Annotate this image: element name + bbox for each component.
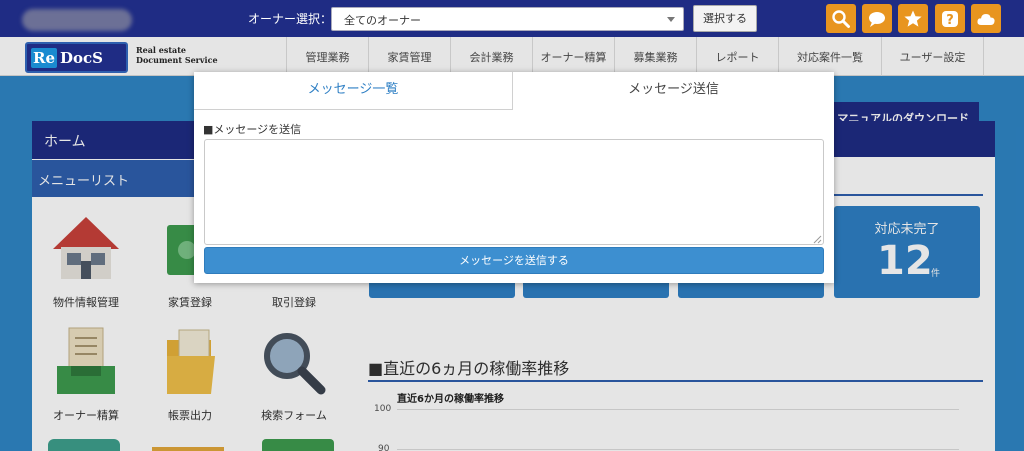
chevron-down-icon (667, 17, 675, 22)
message-modal: メッセージ一覧 メッセージ送信 ■メッセージを送信 メッセージを送信する (194, 72, 834, 283)
chat-icon[interactable] (862, 4, 892, 33)
main-nav: Re DocS Real estate Document Service 管理業… (0, 37, 1024, 76)
owner-select-label: オーナー選択： (248, 12, 333, 26)
resize-handle-icon[interactable] (812, 234, 822, 244)
search-icon[interactable] (826, 4, 856, 33)
top-bar: オーナー選択： 全てのオーナー 選択する ? (0, 0, 1024, 37)
svg-text:?: ? (946, 13, 954, 28)
message-textarea[interactable] (204, 139, 824, 245)
message-field-label: ■メッセージを送信 (203, 123, 302, 136)
logo-subtitle: Real estate Document Service (136, 45, 218, 65)
nav-item-management[interactable]: 管理業務 (286, 37, 368, 76)
logo-re: Re (31, 47, 58, 68)
tab-message-list[interactable]: メッセージ一覧 (194, 72, 513, 110)
logo-subtitle-line2: Document Service (136, 55, 218, 65)
owner-select[interactable]: 全てのオーナー (331, 7, 684, 31)
logo-docs: DocS (60, 48, 103, 67)
user-name-blurred (22, 9, 132, 31)
help-icon[interactable]: ? (935, 4, 965, 33)
nav-item-accounting[interactable]: 会計業務 (450, 37, 532, 76)
nav-item-report[interactable]: レポート (696, 37, 778, 76)
cloud-icon[interactable] (971, 4, 1001, 33)
app-logo[interactable]: Re DocS (25, 42, 128, 73)
nav-item-owner-settlement[interactable]: オーナー精算 (532, 37, 614, 76)
nav-item-rent[interactable]: 家賃管理 (368, 37, 450, 76)
star-icon[interactable] (898, 4, 928, 33)
nav-items: 管理業務 家賃管理 会計業務 オーナー精算 募集業務 レポート 対応案件一覧 ユ… (286, 37, 984, 76)
owner-select-value: 全てのオーナー (344, 14, 421, 27)
select-owner-button[interactable]: 選択する (693, 5, 757, 32)
logo-subtitle-line1: Real estate (136, 45, 187, 55)
nav-item-user-settings[interactable]: ユーザー設定 (881, 37, 984, 76)
nav-item-case-list[interactable]: 対応案件一覧 (778, 37, 881, 76)
send-message-button[interactable]: メッセージを送信する (204, 247, 824, 274)
nav-item-recruitment[interactable]: 募集業務 (614, 37, 696, 76)
tab-message-send[interactable]: メッセージ送信 (513, 72, 834, 110)
